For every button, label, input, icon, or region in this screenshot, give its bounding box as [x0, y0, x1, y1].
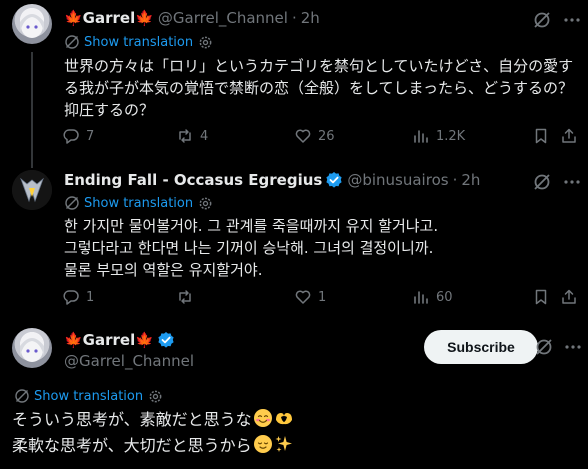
show-translation-label[interactable]: Show translation [84, 35, 193, 50]
text-line: そういう思考が、素敵だと思うな [12, 410, 252, 429]
views-button[interactable]: 60 [412, 288, 453, 306]
gear-icon[interactable] [148, 389, 163, 404]
text-line: 柔軟な思考が、大切だと思うから [12, 436, 252, 455]
tweet-1[interactable]: 🍁Garrel🍁 @Garrel_Channel · 2h Show trans… [0, 0, 588, 164]
text-line: 그렇다라고 한다면 나는 기꺼이 승낙해. 그녀의 결정이니까. [64, 239, 434, 257]
smiling-face-emoji [253, 408, 273, 428]
handle[interactable]: @binusuairos [347, 170, 448, 190]
avatar[interactable] [12, 328, 52, 368]
repost-button[interactable]: 4 [176, 127, 208, 145]
translate-icon [64, 34, 80, 50]
handle-line: @Garrel_Channel [60, 351, 194, 371]
like-icon [294, 127, 318, 145]
reply-icon [62, 127, 86, 145]
text-line: 抑圧するの？ [64, 101, 155, 119]
repost-count: 4 [200, 128, 209, 144]
show-translation-label[interactable]: Show translation [34, 389, 143, 404]
handle[interactable]: @Garrel_Channel [64, 351, 194, 371]
bookmark-icon [532, 127, 556, 145]
tweet-header: 🍁Garrel🍁 [64, 330, 175, 350]
like-button[interactable]: 26 [294, 127, 335, 145]
text-line: 世界の方々は「ロリ」というカテゴリを禁句としていたけどさ、自分の愛す [64, 57, 574, 75]
bookmark-icon [532, 288, 556, 306]
tweet-text: そういう思考が、素敵だと思うな 柔軟な思考が、大切だと思うから [12, 407, 294, 459]
grok-icon[interactable] [532, 10, 552, 30]
share-button[interactable] [560, 288, 584, 306]
show-translation-label[interactable]: Show translation [84, 196, 193, 211]
share-button[interactable] [560, 127, 584, 145]
more-icon[interactable] [562, 172, 582, 192]
tweet-header: 🍁Garrel🍁 @Garrel_Channel · 2h [64, 8, 320, 28]
views-icon [412, 288, 436, 306]
thread-line [31, 160, 33, 168]
views-button[interactable]: 1.2K [412, 127, 465, 145]
verified-icon [325, 171, 343, 189]
like-icon [294, 288, 318, 306]
avatar[interactable] [12, 170, 52, 210]
sparkles-emoji [274, 434, 294, 454]
handle[interactable]: @Garrel_Channel [158, 8, 288, 28]
display-name[interactable]: 🍁Garrel🍁 [64, 330, 154, 350]
text-line: 물론 부모의 역할은 유지할거야. [64, 261, 263, 279]
separator-dot: · [291, 9, 297, 27]
tweet-header: Ending Fall - Occasus Egregius @binusuai… [64, 170, 480, 190]
share-icon [560, 288, 584, 306]
more-icon[interactable] [562, 10, 582, 30]
subscribe-button[interactable]: Subscribe [424, 330, 538, 364]
gear-icon[interactable] [198, 35, 213, 50]
views-icon [412, 127, 436, 145]
bookmark-button[interactable] [532, 127, 556, 145]
text-line: 한 가지만 물어볼거야. 그 관계를 죽을때까지 유지 할거냐고. [64, 217, 439, 235]
reply-button[interactable]: 7 [62, 127, 94, 145]
reply-count: 7 [86, 128, 95, 144]
bookmark-button[interactable] [532, 288, 556, 306]
tweet-text: 世界の方々は「ロリ」というカテゴリを禁句としていたけどさ、自分の愛す る我が子が… [64, 55, 573, 121]
verified-icon [157, 331, 175, 349]
repost-button[interactable] [176, 288, 200, 306]
text-line-1: そういう思考が、素敵だと思うな [12, 407, 294, 433]
display-name[interactable]: Ending Fall - Occasus Egregius [64, 170, 322, 190]
avatar[interactable] [12, 4, 52, 44]
views-count: 1.2K [436, 128, 466, 144]
like-button[interactable]: 1 [294, 288, 326, 306]
repost-icon [176, 127, 200, 145]
grok-icon[interactable] [532, 172, 552, 192]
show-translation-link[interactable]: Show translation [64, 195, 213, 211]
tweet-2[interactable]: Ending Fall - Occasus Egregius @binusuai… [0, 160, 588, 318]
reply-button[interactable]: 1 [62, 288, 94, 306]
more-icon[interactable] [563, 337, 583, 357]
text-line-2: 柔軟な思考が、大切だと思うから [12, 433, 294, 459]
separator-dot: · [452, 171, 458, 189]
text-line: る我が子が本気の覚悟で禁断の恋（全般）をしてしまったら、どうするの？ [64, 79, 573, 97]
repost-icon [176, 288, 200, 306]
thread-line [31, 52, 33, 164]
share-icon [560, 127, 584, 145]
relieved-face-emoji [253, 434, 273, 454]
reply-count: 1 [86, 289, 95, 305]
views-count: 60 [436, 289, 453, 305]
show-translation-link[interactable]: Show translation [14, 388, 163, 404]
display-name[interactable]: 🍁Garrel🍁 [64, 8, 154, 28]
show-translation-link[interactable]: Show translation [64, 34, 213, 50]
timestamp[interactable]: 2h [301, 8, 320, 28]
like-count: 26 [318, 128, 335, 144]
tweet-text: 한 가지만 물어볼거야. 그 관계를 죽을때까지 유지 할거냐고. 그렇다라고 … [64, 215, 438, 281]
reply-icon [62, 288, 86, 306]
timestamp[interactable]: 2h [461, 170, 480, 190]
gear-icon[interactable] [198, 196, 213, 211]
grok-icon[interactable] [534, 337, 554, 357]
like-count: 1 [318, 289, 327, 305]
translate-icon [14, 388, 30, 404]
translate-icon [64, 195, 80, 211]
heart-hands-emoji [274, 408, 294, 428]
